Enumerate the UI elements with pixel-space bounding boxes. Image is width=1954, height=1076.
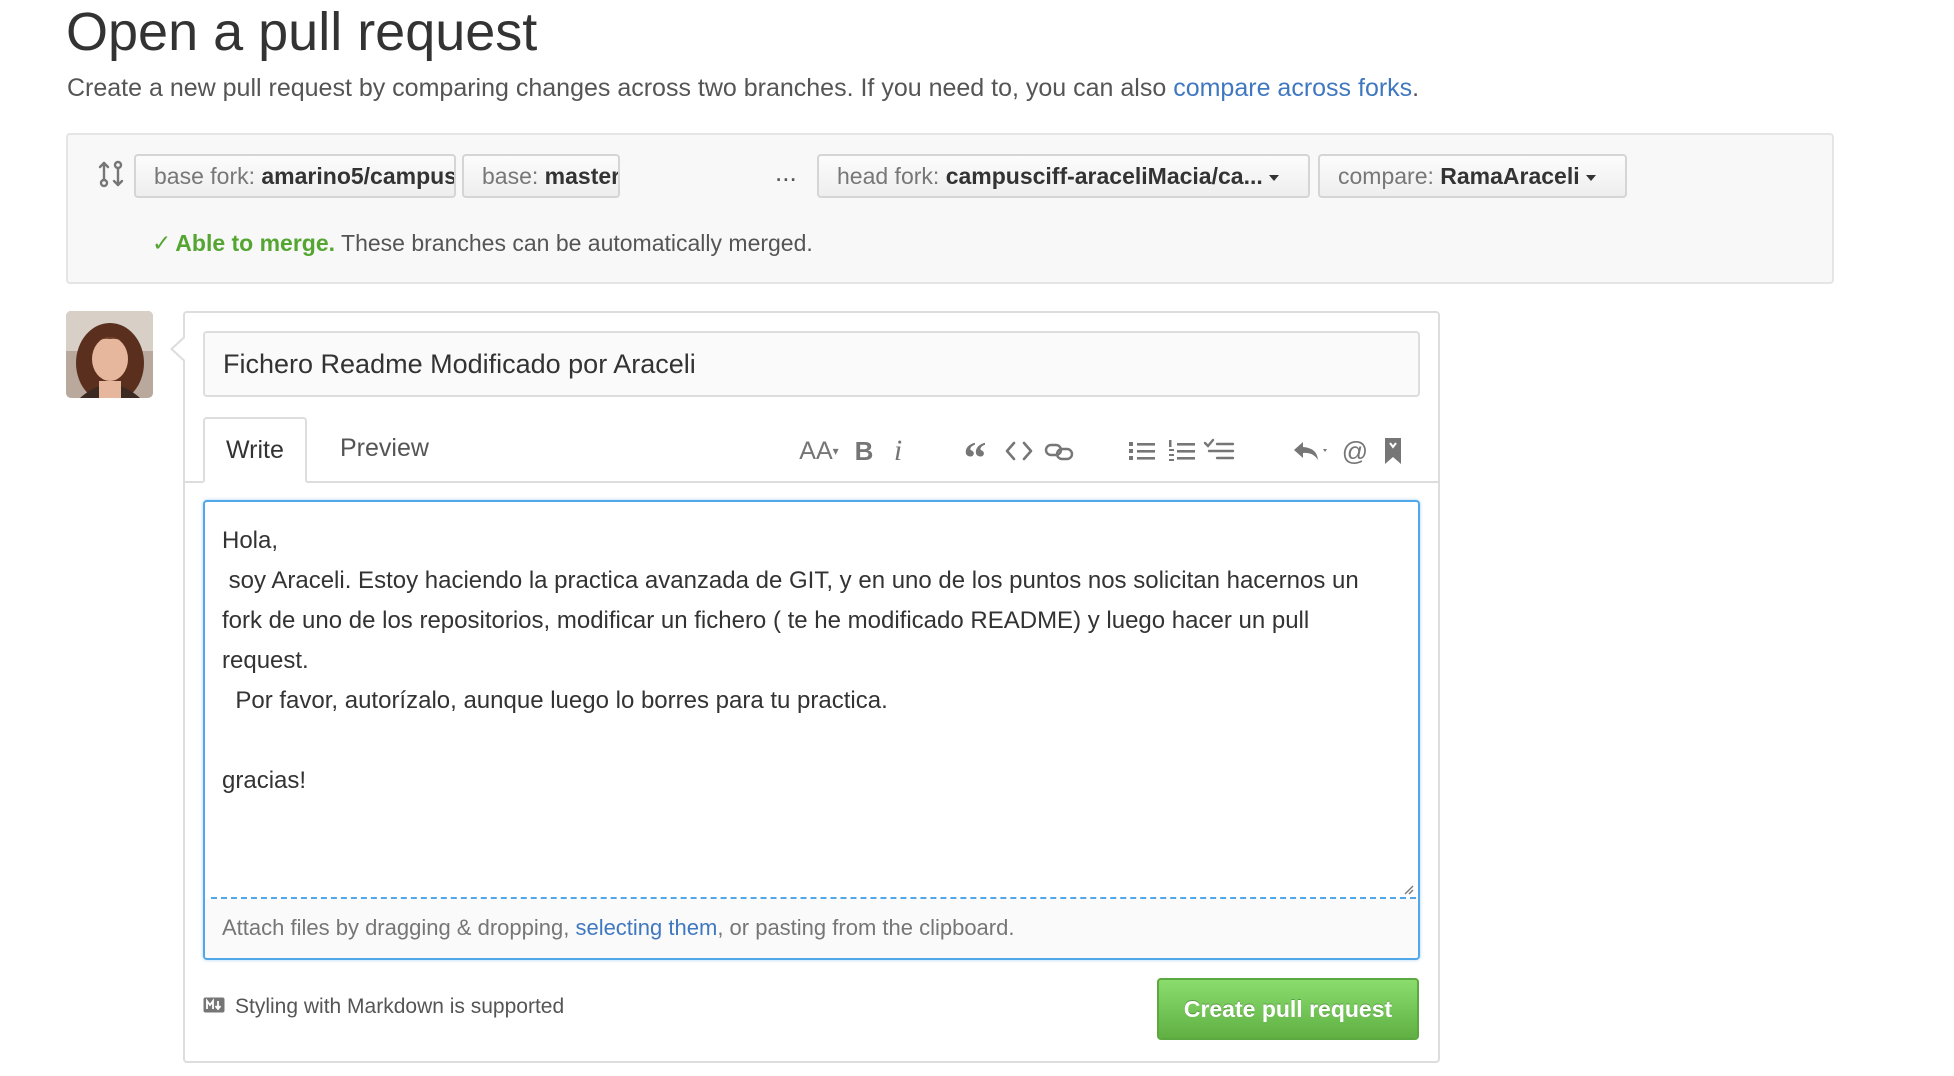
page-subtitle: Create a new pull request by comparing c… — [67, 72, 1419, 104]
file-drop-zone[interactable]: Attach files by dragging & dropping, sel… — [205, 899, 1418, 958]
compare-branch-label: compare: — [1338, 163, 1434, 189]
unordered-list-icon[interactable] — [1127, 434, 1157, 468]
head-fork-value: campusciff-araceliMacia/ca... — [945, 163, 1263, 189]
head-fork-selector[interactable]: head fork: campusciff-araceliMacia/ca... — [817, 154, 1310, 198]
form-pointer-inner — [173, 338, 185, 360]
base-fork-value: amarino5/campusciff — [261, 163, 456, 189]
subtitle-suffix: . — [1412, 74, 1420, 102]
base-fork-label: base fork: — [154, 163, 255, 189]
compare-branch-value: RamaAraceli — [1440, 163, 1580, 189]
text-size-glyph: AA — [799, 437, 833, 465]
git-compare-icon[interactable] — [96, 159, 126, 189]
task-list-icon[interactable] — [1203, 434, 1235, 468]
caret-down-icon: ▾ — [832, 444, 839, 458]
tab-preview[interactable]: Preview — [319, 417, 450, 483]
head-fork-label: head fork: — [837, 163, 940, 189]
attach-prefix: Attach files by dragging & dropping, — [222, 915, 576, 940]
code-icon[interactable] — [1004, 434, 1034, 468]
quote-icon[interactable]: “ — [960, 434, 990, 482]
resize-grip-icon[interactable] — [1402, 882, 1414, 895]
base-branch-selector[interactable]: base: master — [462, 154, 620, 198]
base-fork-selector[interactable]: base fork: amarino5/campusciff — [134, 154, 456, 198]
base-branch-label: base: — [482, 163, 539, 189]
merge-ok-text: Able to merge. — [175, 230, 336, 256]
range-editor: base fork: amarino5/campusciff base: mas… — [66, 133, 1834, 284]
pr-title-input[interactable] — [203, 331, 1420, 397]
merge-message: These branches can be automatically merg… — [335, 230, 813, 256]
caret-down-icon — [1585, 174, 1596, 181]
bookmark-icon[interactable] — [1382, 434, 1404, 468]
check-icon: ✓ — [152, 230, 172, 256]
range-ellipsis: ... — [775, 157, 797, 187]
reply-icon[interactable] — [1291, 434, 1331, 468]
ordered-list-icon[interactable] — [1167, 434, 1197, 468]
create-pull-request-button[interactable]: Create pull request — [1157, 978, 1419, 1040]
mention-icon[interactable]: @ — [1340, 434, 1370, 468]
base-branch-value: master — [544, 163, 620, 189]
bold-icon[interactable]: B — [852, 434, 876, 468]
caret-down-icon — [1268, 174, 1279, 181]
pr-body-text[interactable]: Hola, soy Araceli. Estoy haciendo la pra… — [222, 521, 1402, 801]
merge-status: ✓ Able to merge. These branches can be au… — [152, 228, 813, 258]
compare-across-forks-link[interactable]: compare across forks — [1173, 74, 1412, 102]
subtitle-text: Create a new pull request by comparing c… — [67, 74, 1174, 102]
markdown-note: Styling with Markdown is supported — [203, 993, 564, 1021]
page-title: Open a pull request — [66, 2, 538, 62]
select-files-link[interactable]: selecting them — [575, 915, 717, 940]
link-icon[interactable] — [1044, 434, 1074, 468]
compare-branch-selector[interactable]: compare: RamaAraceli — [1318, 154, 1627, 198]
attach-instructions: Attach files by dragging & dropping, sel… — [222, 915, 1014, 941]
pr-body-editor[interactable]: Hola, soy Araceli. Estoy haciendo la pra… — [203, 500, 1420, 960]
attach-suffix: , or pasting from the clipboard. — [717, 915, 1015, 940]
markdown-note-text: Styling with Markdown is supported — [235, 995, 565, 1018]
text-size-icon[interactable]: AA▾ — [796, 434, 842, 468]
tab-write[interactable]: Write — [203, 417, 307, 483]
avatar[interactable] — [66, 311, 153, 398]
page: Open a pull request Create a new pull re… — [0, 0, 1954, 1076]
markdown-icon[interactable] — [203, 993, 225, 1021]
italic-icon[interactable]: i — [888, 434, 908, 468]
